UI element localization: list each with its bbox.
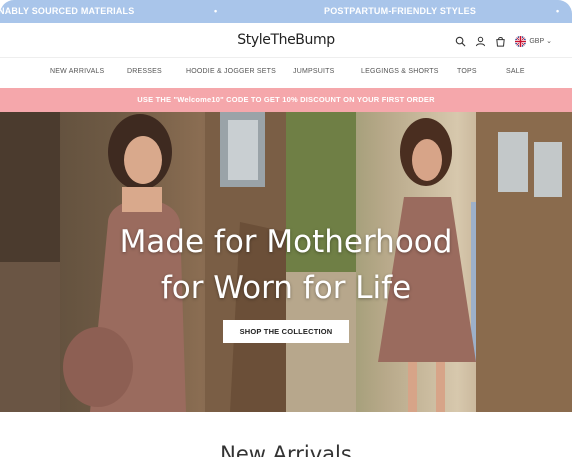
nav-item-sale[interactable]: SALE (506, 68, 525, 75)
hero-title-line2: for Worn for Life (160, 270, 412, 306)
account-icon[interactable] (475, 36, 486, 47)
hero-image-left (0, 112, 286, 412)
browser-frame: NABLY SOURCED MATERIALS • POSTPARTUM-FRI… (0, 0, 572, 457)
site-header: StyleTheBump GBP ⌄ (0, 23, 572, 57)
nav-item-jumpsuits[interactable]: JUMPSUITS (293, 68, 334, 75)
announcement-bar: NABLY SOURCED MATERIALS • POSTPARTUM-FRI… (0, 0, 572, 23)
nav-item-tops[interactable]: TOPS (457, 68, 477, 75)
cart-icon[interactable] (495, 36, 506, 47)
currency-selector[interactable]: GBP ⌄ (515, 35, 552, 47)
new-arrivals-section: New Arrivals (0, 412, 572, 457)
shop-collection-button[interactable]: SHOP THE COLLECTION (223, 320, 349, 343)
hero-title-line1: Made for Motherhood (119, 224, 453, 260)
hero-image-right (286, 112, 572, 412)
hero-banner: Made for Motherhood for Worn for Life SH… (0, 112, 572, 412)
main-nav: NEW ARRIVALS DRESSES HOODIE & JOGGER SET… (0, 57, 572, 89)
nav-item-new-arrivals[interactable]: NEW ARRIVALS (50, 68, 104, 75)
announcement-item: NABLY SOURCED MATERIALS (0, 6, 135, 16)
nav-item-hoodie-jogger-sets[interactable]: HOODIE & JOGGER SETS (186, 68, 276, 75)
announcement-separator: • (214, 6, 218, 16)
nav-item-leggings-shorts[interactable]: LEGGINGS & SHORTS (361, 68, 439, 75)
search-icon[interactable] (455, 36, 466, 47)
currency-label: GBP (529, 37, 545, 45)
nav-item-dresses[interactable]: DRESSES (127, 68, 162, 75)
section-title: New Arrivals (220, 442, 352, 457)
announcement-separator: • (556, 6, 560, 16)
chevron-down-icon: ⌄ (546, 38, 552, 45)
promo-banner: USE THE "Welcome10" CODE TO GET 10% DISC… (0, 88, 572, 112)
uk-flag-icon (515, 35, 527, 47)
header-actions: GBP ⌄ (455, 34, 552, 48)
announcement-item: POSTPARTUM-FRIENDLY STYLES (324, 6, 477, 16)
